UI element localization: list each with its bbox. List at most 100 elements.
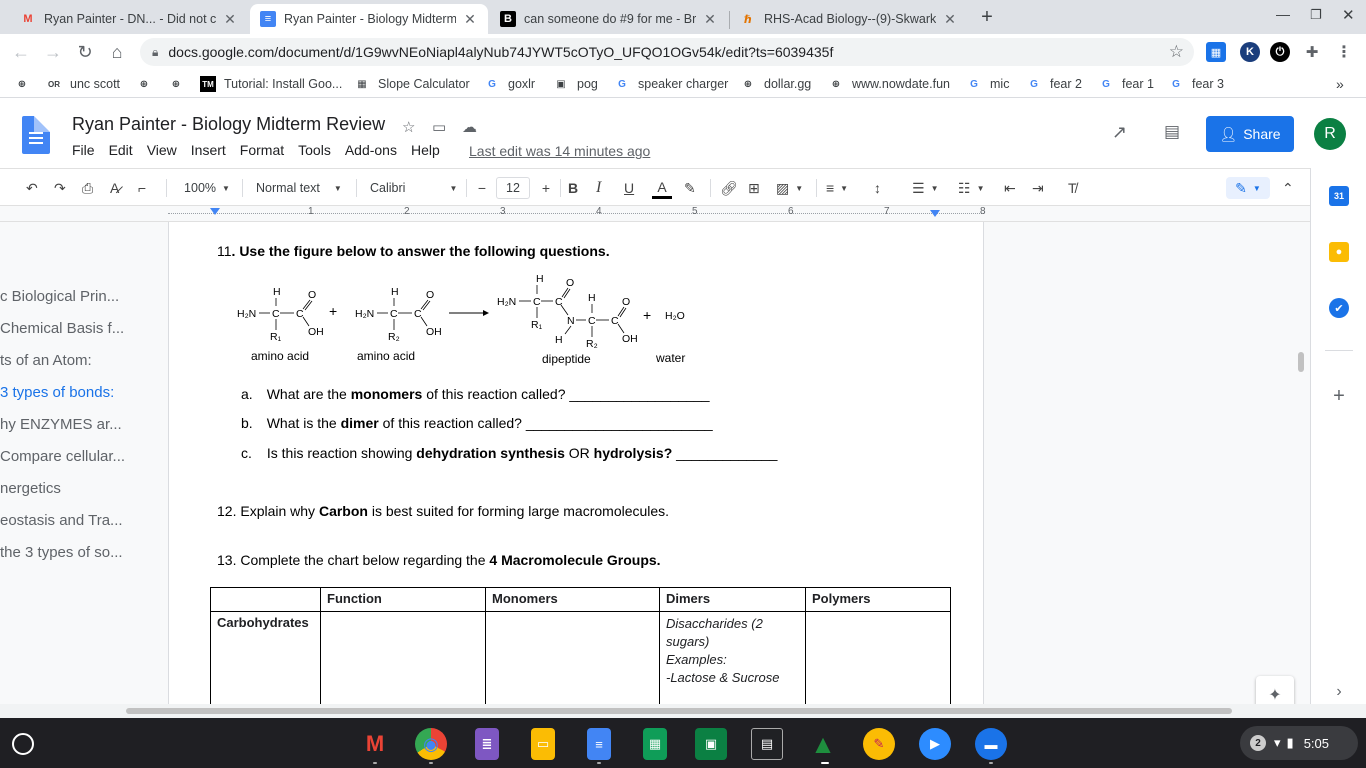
table-cell[interactable]: Disaccharides (2 sugars) Examples: -Lact… (659, 611, 806, 704)
share-button[interactable]: 👤︎ Share (1206, 116, 1294, 152)
text-color-icon[interactable]: A (652, 177, 672, 199)
table-header-cell[interactable]: Dimers (659, 587, 806, 612)
docs-app-icon[interactable]: ≡ (587, 728, 611, 760)
explore-icon[interactable]: ✦ (1256, 676, 1294, 704)
table-cell[interactable]: Carbohydrates (210, 611, 321, 704)
undo-icon[interactable]: ↶ (26, 177, 38, 199)
files-app-icon[interactable]: ▬ (975, 728, 1007, 760)
menu-tools[interactable]: Tools (298, 142, 331, 158)
print-icon[interactable]: ⎙ (82, 177, 93, 199)
bookmark-item[interactable]: ⊕ (136, 76, 160, 92)
extensions-puzzle-icon[interactable]: ✚ (1302, 42, 1322, 62)
table-header-cell[interactable]: Polymers (805, 587, 951, 612)
bookmark-item[interactable]: Gfear 2 (1026, 76, 1082, 92)
outline-item-active[interactable]: 3 types of bonds: (0, 384, 160, 401)
italic-icon[interactable]: I (596, 177, 601, 199)
menu-view[interactable]: View (147, 142, 177, 158)
align-icon[interactable]: ≡ ▼ (826, 177, 848, 199)
bookmark-item[interactable]: ⊕ (14, 76, 38, 92)
menu-format[interactable]: Format (240, 142, 284, 158)
spellcheck-icon[interactable]: A̷ (110, 177, 119, 199)
last-edit-link[interactable]: Last edit was 14 minutes ago (469, 143, 650, 159)
bookmark-item[interactable]: Gfear 3 (1168, 76, 1224, 92)
style-select[interactable]: Normal text ▼ (256, 177, 348, 199)
underline-icon[interactable]: U (624, 177, 634, 199)
docs-logo-icon[interactable] (22, 116, 50, 154)
menu-file[interactable]: File (72, 142, 95, 158)
extension-k-icon[interactable]: K (1240, 42, 1260, 62)
collapse-menus-icon[interactable]: ⌃ (1282, 177, 1294, 199)
table-cell[interactable] (485, 611, 660, 704)
table-header-cell[interactable] (210, 587, 321, 612)
bold-icon[interactable]: B (568, 177, 578, 199)
line-spacing-icon[interactable]: ↕ (874, 177, 881, 199)
bookmark-item[interactable]: Gfear 1 (1098, 76, 1154, 92)
bookmark-item[interactable]: Gmic (966, 76, 1009, 92)
bookmark-item[interactable]: OR unc scott (46, 76, 120, 92)
outline-item[interactable]: Compare cellular... (0, 448, 160, 465)
sheets-app-icon[interactable]: ▦ (643, 728, 667, 760)
outline-item[interactable]: the 3 types of so... (0, 544, 160, 561)
bookmark-item[interactable]: ▣ pog (553, 76, 598, 92)
close-icon[interactable]: ✕ (942, 11, 958, 28)
decrease-indent-icon[interactable]: ⇤ (1004, 177, 1016, 199)
move-folder-icon[interactable]: ▭ (432, 118, 446, 136)
show-side-panel-icon[interactable]: › (1329, 682, 1349, 702)
menu-addons[interactable]: Add-ons (345, 142, 397, 158)
font-size-input[interactable]: 12 (496, 177, 530, 199)
clear-formatting-icon[interactable]: T̸ (1068, 177, 1077, 199)
document-page[interactable]: 11. Use the figure below to answer the f… (168, 222, 984, 704)
outline-item[interactable]: nergetics (0, 480, 160, 497)
redo-icon[interactable]: ↷ (54, 177, 66, 199)
activity-trend-icon[interactable]: ↗ (1112, 122, 1127, 143)
left-indent-marker[interactable] (210, 208, 220, 215)
bookmark-star-icon[interactable]: ☆ (1169, 42, 1184, 62)
outline-item[interactable]: eostasis and Tra... (0, 512, 160, 529)
close-icon[interactable]: ✕ (462, 11, 478, 28)
classroom-app-icon[interactable]: ▣ (695, 728, 727, 760)
avatar[interactable]: R (1314, 118, 1346, 150)
scrollbar-thumb[interactable] (126, 708, 1232, 714)
increase-indent-icon[interactable]: ⇥ (1032, 177, 1044, 199)
zoom-select[interactable]: 100% ▼ (180, 177, 234, 199)
canvas-app-icon[interactable]: ✎ (863, 728, 895, 760)
keep-icon[interactable]: ● (1329, 242, 1349, 262)
highlight-icon[interactable]: ✎ (684, 177, 696, 199)
outline-item[interactable]: Chemical Basis f... (0, 320, 160, 337)
horizontal-scrollbar[interactable] (0, 704, 1310, 718)
forms-app-icon[interactable]: ≣ (475, 728, 499, 760)
right-indent-marker[interactable] (930, 210, 940, 217)
insert-image-icon[interactable]: ▨ ▼ (776, 177, 803, 199)
new-tab-icon[interactable]: + (976, 6, 998, 28)
calculator-app-icon[interactable]: ▤ (751, 728, 783, 760)
add-addon-icon[interactable]: + (1329, 385, 1349, 407)
bookmarks-overflow-icon[interactable]: » (1336, 76, 1344, 92)
chrome-app-icon[interactable]: ◉ (415, 728, 447, 760)
bookmark-item[interactable]: ▦ Slope Calculator (354, 76, 469, 92)
increase-font-size-icon[interactable]: + (538, 177, 554, 199)
decrease-font-size-icon[interactable]: − (474, 177, 490, 199)
document-title[interactable]: Ryan Painter - Biology Midterm Review (72, 114, 385, 135)
calendar-icon[interactable]: 31 (1329, 186, 1349, 206)
table-cell[interactable] (320, 611, 486, 704)
extension-power-icon[interactable]: ⏻ (1270, 42, 1290, 62)
table-cell[interactable] (805, 611, 951, 704)
comments-icon[interactable]: ▤ (1164, 122, 1180, 142)
window-close-icon[interactable]: ✕ (1342, 6, 1355, 24)
paint-format-icon[interactable]: ⌐ (138, 177, 146, 199)
star-icon[interactable]: ☆ (402, 118, 415, 136)
chrome-menu-icon[interactable]: ⋮ (1334, 42, 1354, 62)
bookmark-item[interactable]: TM Tutorial: Install Goo... (200, 76, 342, 92)
link-icon[interactable]: 🔗︎ (720, 177, 738, 199)
bookmark-item[interactable]: ⊕ (168, 76, 192, 92)
table-header-cell[interactable]: Function (320, 587, 486, 612)
home-icon[interactable]: ⌂ (104, 39, 130, 65)
menu-insert[interactable]: Insert (191, 142, 226, 158)
font-select[interactable]: Calibri ▼ (370, 177, 460, 199)
menu-help[interactable]: Help (411, 142, 440, 158)
status-tray[interactable]: 2 ▾ ▮ 5:05 (1240, 726, 1358, 760)
close-icon[interactable]: ✕ (222, 11, 238, 28)
tasks-icon[interactable]: ✔ (1329, 298, 1349, 318)
bookmark-item[interactable]: ⊕ dollar.gg (740, 76, 811, 92)
gmail-app-icon[interactable]: M (359, 728, 391, 760)
